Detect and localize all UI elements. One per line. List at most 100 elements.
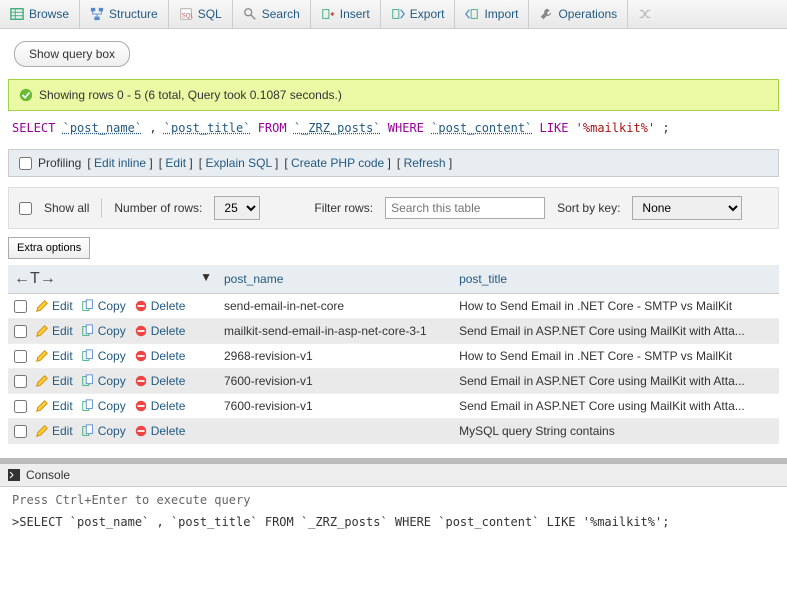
export-icon	[391, 7, 405, 21]
top-tabs: Browse Structure SQL SQL Search Insert E…	[0, 0, 787, 29]
query-box-row: Show query box	[0, 29, 787, 79]
row-checkbox[interactable]	[14, 425, 27, 438]
row-checkbox[interactable]	[14, 400, 27, 413]
table-row: Edit Copy Delete 7600-revision-v1Send Email…	[8, 369, 779, 394]
success-text: Showing rows 0 - 5 (6 total, Query took …	[39, 88, 342, 102]
query-ops-bar: Profiling [ Edit inline ] [ Edit ] [ Exp…	[8, 149, 779, 177]
edit-inline-link[interactable]: Edit inline	[94, 156, 146, 170]
refresh-link[interactable]: Refresh	[404, 156, 446, 170]
table-row: EditCopyDelete7600-revision-v1Send Email…	[8, 394, 779, 419]
kw-from: FROM	[258, 121, 294, 135]
import-icon	[465, 7, 479, 21]
kw-like: LIKE	[540, 121, 576, 135]
filter-label: Filter rows:	[314, 201, 373, 215]
row-copy-link[interactable]: Copy	[81, 324, 126, 338]
row-copy-link[interactable]: Copy	[81, 374, 126, 388]
cell-post-title: How to Send Email in .NET Core - SMTP vs…	[453, 294, 779, 319]
tab-label: Operations	[558, 7, 617, 21]
check-icon	[19, 88, 33, 102]
row-checkbox[interactable]	[14, 350, 27, 363]
edit-link[interactable]: Edit	[165, 156, 186, 170]
tab-label: Browse	[29, 7, 69, 21]
row-controls-header: ←T→ ▼	[8, 265, 218, 294]
console-title: Console	[26, 468, 70, 482]
results-control-bar: Show all Number of rows: 25 Filter rows:…	[8, 187, 779, 229]
show-all-checkbox[interactable]	[19, 202, 32, 215]
wrench-icon	[539, 7, 553, 21]
row-copy-link[interactable]: Copy	[81, 349, 126, 363]
row-delete-link[interactable]: Delete	[134, 299, 186, 313]
results-table: ←T→ ▼ post_name post_title Edit Copy Delet…	[8, 265, 779, 444]
table-row: Edit Copy Delete MySQL query String contain…	[8, 419, 779, 444]
row-edit-link[interactable]: Edit	[35, 424, 73, 438]
tab-label: Search	[262, 7, 300, 21]
filter-input[interactable]	[385, 197, 545, 219]
tab-structure[interactable]: Structure	[80, 0, 169, 28]
row-checkbox[interactable]	[14, 325, 27, 338]
arrow-control[interactable]: ←T→	[14, 270, 56, 288]
sql-col: `post_name`	[63, 121, 142, 135]
tab-label: Export	[410, 7, 445, 21]
row-copy-link[interactable]: Copy	[81, 299, 126, 313]
tab-sql[interactable]: SQL SQL	[169, 0, 233, 28]
insert-icon	[321, 7, 335, 21]
console-icon	[8, 469, 20, 481]
cell-post-name: 2968-revision-v1	[218, 344, 453, 369]
col-header-post-name[interactable]: post_name	[218, 265, 453, 294]
tab-browse[interactable]: Browse	[0, 0, 80, 28]
console-panel: Console Press Ctrl+Enter to execute quer…	[0, 458, 787, 535]
console-body[interactable]: Press Ctrl+Enter to execute query >SELEC…	[0, 487, 787, 535]
cell-post-title: Send Email in ASP.NET Core using MailKit…	[453, 369, 779, 394]
kw-where: WHERE	[388, 121, 431, 135]
row-edit-link[interactable]: Edit	[35, 374, 73, 388]
cell-post-title: MySQL query String contains	[453, 419, 779, 444]
row-delete-link[interactable]: Delete	[134, 374, 186, 388]
num-rows-select[interactable]: 25	[214, 196, 260, 220]
explain-sql-link[interactable]: Explain SQL	[205, 156, 271, 170]
cell-post-name: mailkit-send-email-in-asp-net-core-3-1	[218, 319, 453, 344]
tab-operations[interactable]: Operations	[529, 0, 628, 28]
sql-col: `post_title`	[164, 121, 251, 135]
cell-post-name: 7600-revision-v1	[218, 369, 453, 394]
kw-select: SELECT	[12, 121, 55, 135]
tab-import[interactable]: Import	[455, 0, 529, 28]
show-query-box-button[interactable]: Show query box	[14, 41, 130, 67]
create-php-link[interactable]: Create PHP code	[291, 156, 384, 170]
tab-search[interactable]: Search	[233, 0, 311, 28]
structure-icon	[90, 7, 104, 21]
row-edit-link[interactable]: Edit	[35, 324, 73, 338]
success-banner: Showing rows 0 - 5 (6 total, Query took …	[8, 79, 779, 111]
tab-label: SQL	[198, 7, 222, 21]
row-delete-link[interactable]: Delete	[134, 324, 186, 338]
sql-string: '%mailkit%'	[576, 121, 655, 135]
tab-more[interactable]	[628, 0, 662, 28]
num-rows-label: Number of rows:	[114, 201, 202, 215]
row-delete-link[interactable]: Delete	[134, 349, 186, 363]
row-edit-link[interactable]: Edit	[35, 399, 73, 413]
sql-display: SELECT `post_name` , `post_title` FROM `…	[0, 111, 787, 145]
sort-select[interactable]: None	[632, 196, 742, 220]
sql-table: `_ZRZ_posts`	[294, 121, 381, 135]
row-edit-link[interactable]: Edit	[35, 299, 73, 313]
table-row: EditCopyDeletesend-email-in-net-coreHow …	[8, 294, 779, 319]
tab-insert[interactable]: Insert	[311, 0, 381, 28]
extra-options-button[interactable]: Extra options	[8, 237, 90, 259]
console-header[interactable]: Console	[0, 464, 787, 487]
row-copy-link[interactable]: Copy	[81, 399, 126, 413]
col-header-post-title[interactable]: post_title	[453, 265, 779, 294]
row-delete-link[interactable]: Delete	[134, 424, 186, 438]
row-edit-link[interactable]: Edit	[35, 349, 73, 363]
cell-post-name: 7600-revision-v1	[218, 394, 453, 419]
row-checkbox[interactable]	[14, 375, 27, 388]
search-icon	[243, 7, 257, 21]
sort-label: Sort by key:	[557, 201, 620, 215]
tab-export[interactable]: Export	[381, 0, 456, 28]
row-delete-link[interactable]: Delete	[134, 399, 186, 413]
console-hint: Press Ctrl+Enter to execute query	[12, 493, 775, 507]
row-checkbox[interactable]	[14, 300, 27, 313]
sort-toggle-icon[interactable]: ▼	[200, 270, 212, 284]
row-copy-link[interactable]: Copy	[81, 424, 126, 438]
table-row: EditCopyDelete2968-revision-v1How to Sen…	[8, 344, 779, 369]
profiling-checkbox[interactable]	[19, 157, 32, 170]
sql-icon: SQL	[179, 7, 193, 21]
